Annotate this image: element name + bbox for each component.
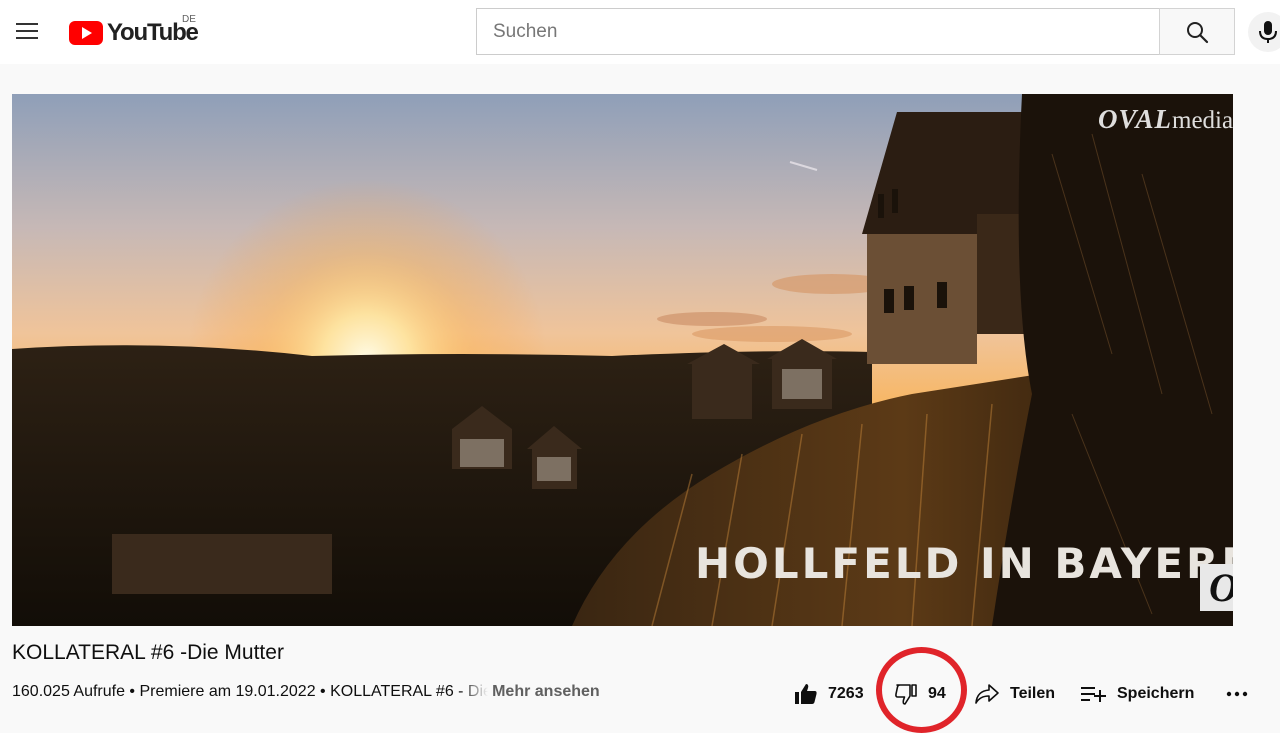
video-caption-overlay: HOLLFELD IN BAYERN — [695, 539, 1233, 588]
youtube-play-logo-icon — [69, 21, 103, 45]
action-bar: 7263 94 Teilen Speichern — [0, 676, 1280, 712]
dislike-button[interactable]: 94 — [894, 676, 946, 712]
country-code: DE — [182, 14, 196, 25]
channel-watermark: OVALmedia — [1098, 104, 1233, 135]
watermark-light: media — [1172, 107, 1233, 134]
search-input[interactable] — [491, 19, 1160, 44]
share-icon — [975, 684, 999, 704]
youtube-logo[interactable]: YouTube — [69, 18, 199, 48]
save-label: Speichern — [1117, 685, 1195, 702]
microphone-icon — [1259, 21, 1277, 43]
more-horizontal-icon — [1226, 691, 1248, 697]
watermark-bold: OVAL — [1098, 104, 1173, 134]
save-button[interactable]: Speichern — [1081, 676, 1194, 712]
share-button[interactable]: Teilen — [974, 676, 1055, 712]
masthead: YouTube DE — [0, 0, 1280, 64]
video-player[interactable]: OVALmedia HOLLFELD IN BAYERN O — [12, 94, 1233, 626]
search-button[interactable] — [1159, 8, 1235, 55]
playlist-add-icon — [1081, 687, 1106, 702]
search-box[interactable] — [476, 8, 1160, 55]
more-actions-button[interactable] — [1226, 676, 1248, 712]
dislike-count: 94 — [928, 685, 946, 702]
thumbs-up-icon — [795, 684, 817, 704]
search-icon — [1187, 21, 1209, 43]
video-title: KOLLATERAL #6 -Die Mutter — [12, 641, 284, 664]
channel-badge-letter: O — [1209, 564, 1233, 611]
like-count: 7263 — [828, 685, 864, 702]
like-button[interactable]: 7263 — [794, 676, 864, 712]
thumbs-down-icon — [895, 684, 917, 705]
hamburger-menu-icon[interactable] — [10, 14, 44, 48]
channel-badge[interactable]: O — [1200, 564, 1233, 611]
voice-search-button[interactable] — [1248, 12, 1280, 52]
share-label: Teilen — [1010, 685, 1056, 702]
